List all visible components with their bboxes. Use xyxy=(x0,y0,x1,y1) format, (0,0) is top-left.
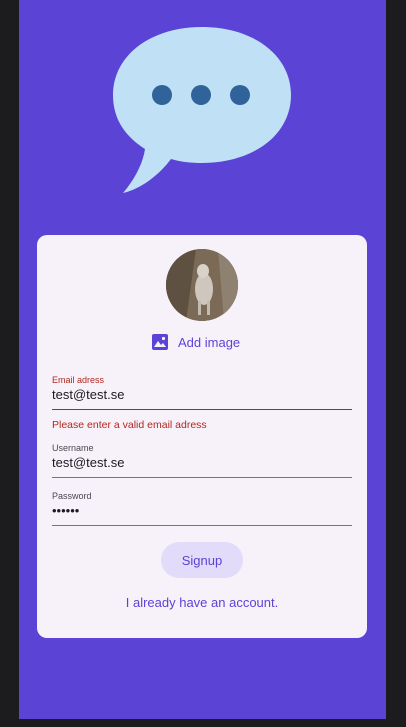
username-field-label: Username xyxy=(52,443,94,453)
password-field-value[interactable]: •••••• xyxy=(52,503,352,518)
avatar[interactable] xyxy=(166,249,238,321)
phone-bezel-left xyxy=(0,0,19,727)
email-field[interactable]: Email adress test@test.se xyxy=(52,374,352,410)
add-image-button[interactable]: Add image xyxy=(151,330,240,354)
username-field-value[interactable]: test@test.se xyxy=(52,455,352,470)
password-field-label: Password xyxy=(52,491,92,501)
email-field-value[interactable]: test@test.se xyxy=(52,387,352,402)
signup-button[interactable]: Signup xyxy=(161,542,243,578)
login-link[interactable]: I already have an account. xyxy=(37,595,367,610)
username-field-underline xyxy=(52,477,352,478)
image-icon xyxy=(152,334,168,350)
add-image-label: Add image xyxy=(178,334,241,350)
email-field-label: Email adress xyxy=(52,375,105,385)
email-error-message: Please enter a valid email adress xyxy=(52,419,207,431)
password-field[interactable]: Password •••••• xyxy=(52,490,352,526)
username-field[interactable]: Username test@test.se xyxy=(52,442,352,478)
dog-photo xyxy=(166,249,238,321)
phone-frame: Add image Email adress test@test.se Plea… xyxy=(0,0,406,727)
chat-bubble-icon xyxy=(113,27,291,193)
password-field-underline xyxy=(52,525,352,526)
signup-card: Add image Email adress test@test.se Plea… xyxy=(37,235,367,638)
phone-bezel-bottom xyxy=(0,719,406,727)
phone-bezel-right xyxy=(386,0,406,727)
email-field-underline xyxy=(52,409,352,410)
app-screen: Add image Email adress test@test.se Plea… xyxy=(19,0,386,719)
